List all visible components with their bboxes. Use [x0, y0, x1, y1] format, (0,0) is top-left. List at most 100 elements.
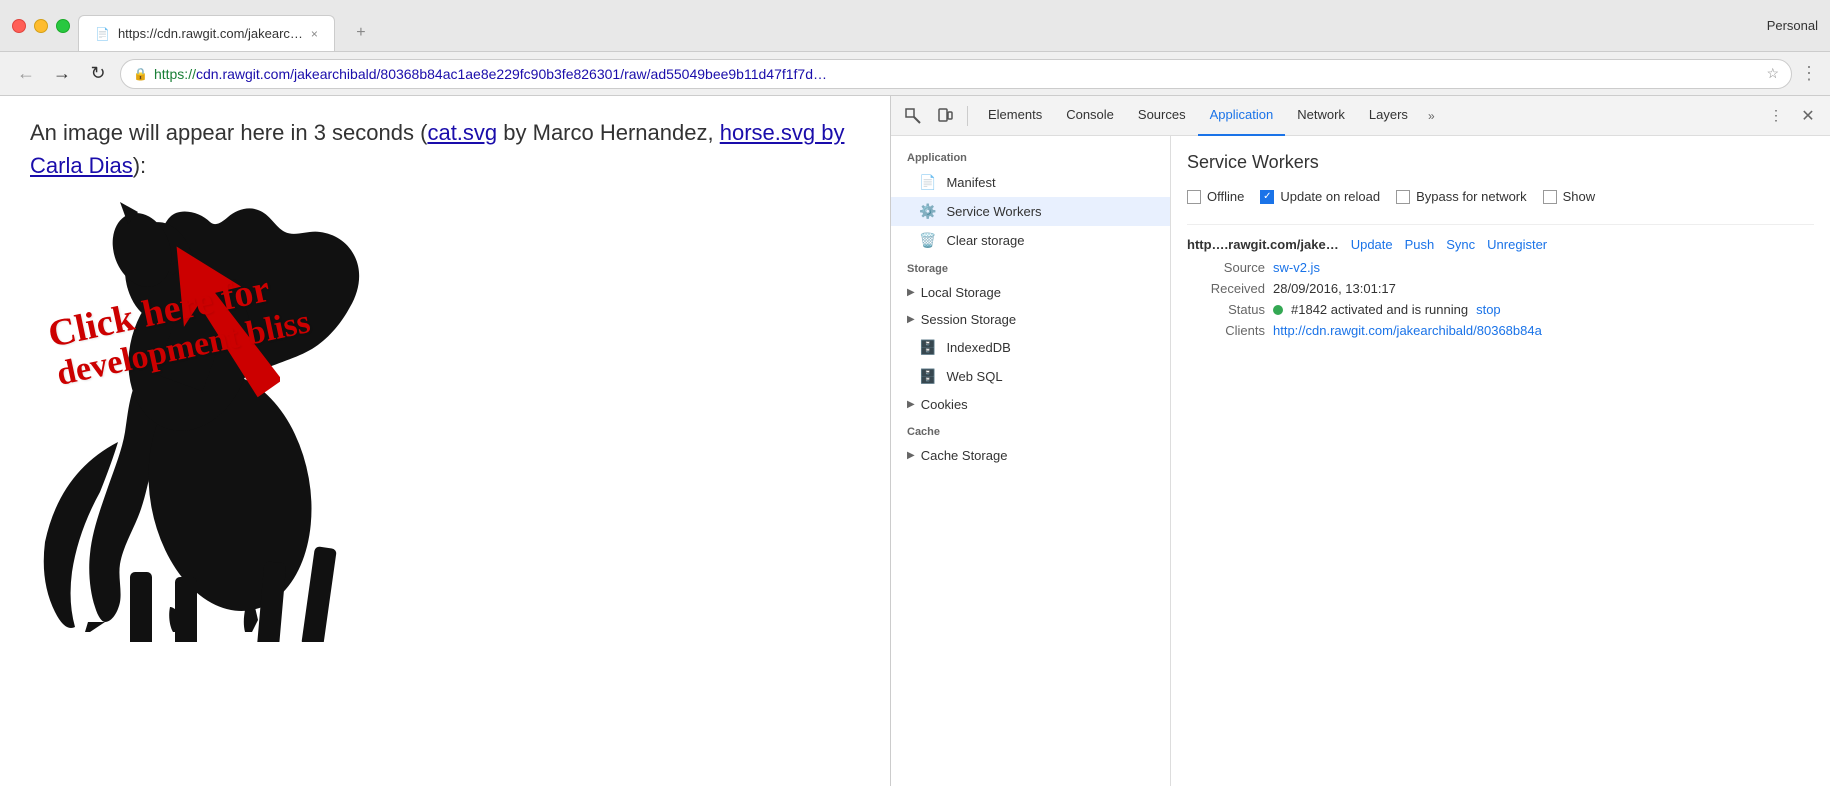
lock-icon: 🔒 — [133, 67, 148, 81]
sw-source-link[interactable]: sw-v2.js — [1273, 260, 1320, 275]
sw-clients-label: Clients — [1195, 323, 1265, 338]
sw-clients-row: Clients http://cdn.rawgit.com/jakearchib… — [1187, 323, 1814, 338]
offline-option[interactable]: Offline — [1187, 189, 1244, 204]
sw-url: http….rawgit.com/jake… — [1187, 237, 1339, 252]
tab-sources[interactable]: Sources — [1126, 96, 1198, 136]
bypass-network-option[interactable]: Bypass for network — [1396, 189, 1527, 204]
bypass-network-checkbox[interactable] — [1396, 190, 1410, 204]
update-on-reload-label: Update on reload — [1280, 189, 1380, 204]
tab-application[interactable]: Application — [1198, 96, 1286, 136]
sw-sync-link[interactable]: Sync — [1446, 237, 1475, 252]
page-content: An image will appear here in 3 seconds (… — [0, 96, 890, 786]
back-button[interactable]: ← — [12, 60, 40, 88]
cache-storage-label: Cache Storage — [921, 448, 1008, 463]
tab-network[interactable]: Network — [1285, 96, 1357, 136]
sw-status-label: Status — [1195, 302, 1265, 317]
sidebar-local-storage[interactable]: ▶ Local Storage — [891, 279, 1170, 306]
sidebar-cache-storage[interactable]: ▶ Cache Storage — [891, 442, 1170, 469]
tab-elements[interactable]: Elements — [976, 96, 1054, 136]
tab-icon: 📄 — [95, 27, 110, 41]
sw-update-link[interactable]: Update — [1351, 237, 1393, 252]
traffic-lights — [12, 19, 70, 33]
devtools-close-button[interactable]: ✕ — [1794, 102, 1822, 130]
devtools-settings-button[interactable]: ⋮ — [1762, 102, 1790, 130]
tab-close-button[interactable]: × — [311, 27, 318, 41]
update-on-reload-checkbox[interactable]: ✓ — [1260, 190, 1274, 204]
sidebar-item-service-workers-label: Service Workers — [946, 204, 1041, 219]
tab-url: https://cdn.rawgit.com/jakearc… — [118, 26, 303, 41]
sidebar-item-clear-storage[interactable]: 🗑️ Clear storage — [891, 226, 1170, 255]
sw-unregister-link[interactable]: Unregister — [1487, 237, 1547, 252]
horse-svg — [30, 192, 430, 642]
minimize-button[interactable] — [34, 19, 48, 33]
sidebar-cookies[interactable]: ▶ Cookies — [891, 391, 1170, 418]
profile-label: Personal — [1767, 18, 1818, 33]
sw-status-dot — [1273, 305, 1283, 315]
tab-bar: 📄 https://cdn.rawgit.com/jakearc… × + — [78, 0, 1759, 51]
bookmark-icon[interactable]: ☆ — [1766, 65, 1779, 82]
websql-icon: 🗄️ — [919, 368, 936, 385]
expand-session-storage-icon: ▶ — [907, 314, 915, 325]
toolbar-separator — [967, 106, 968, 126]
indexeddb-icon: 🗄️ — [919, 339, 936, 356]
sidebar-item-manifest[interactable]: 📄 Manifest — [891, 168, 1170, 197]
sidebar-item-service-workers[interactable]: ⚙️ Service Workers — [891, 197, 1170, 226]
page-text: An image will appear here in 3 seconds (… — [30, 116, 860, 182]
maximize-button[interactable] — [56, 19, 70, 33]
url-bar[interactable]: 🔒 https://cdn.rawgit.com/jakearchibald/8… — [120, 59, 1792, 89]
url-https: https:// — [154, 66, 196, 82]
show-option[interactable]: Show — [1543, 189, 1596, 204]
cookies-label: Cookies — [921, 397, 968, 412]
show-label: Show — [1563, 189, 1596, 204]
new-tab-button[interactable]: + — [335, 15, 387, 51]
main-content: An image will appear here in 3 seconds (… — [0, 96, 1830, 786]
sw-source-label: Source — [1195, 260, 1265, 275]
inspect-element-button[interactable] — [899, 102, 927, 130]
clear-storage-icon: 🗑️ — [919, 232, 936, 249]
devtools-right-icons: ⋮ ✕ — [1762, 102, 1822, 130]
forward-button[interactable]: → — [48, 60, 76, 88]
sw-options: Offline ✓ Update on reload Bypass for ne… — [1187, 189, 1814, 204]
cat-svg-link[interactable]: cat.svg — [427, 120, 497, 145]
sidebar-item-websql[interactable]: 🗄️ Web SQL — [891, 362, 1170, 391]
horse-image — [30, 192, 860, 647]
sw-received-value: 28/09/2016, 13:01:17 — [1273, 281, 1396, 296]
offline-checkbox[interactable] — [1187, 190, 1201, 204]
storage-section-label: Storage — [891, 255, 1170, 279]
tab-layers[interactable]: Layers — [1357, 96, 1420, 136]
sw-source-row: Source sw-v2.js — [1187, 260, 1814, 275]
more-tabs-button[interactable]: » — [1420, 109, 1443, 123]
chrome-window: 📄 https://cdn.rawgit.com/jakearc… × + Pe… — [0, 0, 1830, 786]
page-text-comma: , — [707, 120, 713, 145]
devtools-toolbar: Elements Console Sources Application Net… — [891, 96, 1830, 136]
sidebar-item-indexeddb[interactable]: 🗄️ IndexedDB — [891, 333, 1170, 362]
sidebar-item-manifest-label: Manifest — [946, 175, 995, 190]
show-checkbox[interactable] — [1543, 190, 1557, 204]
tab-console[interactable]: Console — [1054, 96, 1126, 136]
sw-entry: http….rawgit.com/jake… Update Push Sync … — [1187, 224, 1814, 338]
sw-stop-link[interactable]: stop — [1476, 302, 1501, 317]
close-button[interactable] — [12, 19, 26, 33]
reload-button[interactable]: ↻ — [84, 60, 112, 88]
session-storage-label: Session Storage — [921, 312, 1016, 327]
offline-label: Offline — [1207, 189, 1244, 204]
device-toolbar-button[interactable] — [931, 102, 959, 130]
sw-client-url: http://cdn.rawgit.com/jakearchibald/8036… — [1273, 323, 1542, 338]
sw-status-row: Status #1842 activated and is running st… — [1187, 302, 1814, 317]
application-section-label: Application — [891, 144, 1170, 168]
page-text-end: ): — [133, 153, 146, 178]
url-text: https://cdn.rawgit.com/jakearchibald/803… — [154, 66, 1760, 82]
update-on-reload-option[interactable]: ✓ Update on reload — [1260, 189, 1380, 204]
manifest-icon: 📄 — [919, 174, 936, 191]
devtools-tabs: Elements Console Sources Application Net… — [976, 96, 1758, 136]
url-domain: cdn.rawgit.com/jakearchibald/80368b84ac1… — [196, 66, 827, 82]
sidebar-item-clear-storage-label: Clear storage — [946, 233, 1024, 248]
sidebar-session-storage[interactable]: ▶ Session Storage — [891, 306, 1170, 333]
browser-menu-icon[interactable]: ⋮ — [1800, 63, 1818, 84]
local-storage-label: Local Storage — [921, 285, 1001, 300]
browser-tab[interactable]: 📄 https://cdn.rawgit.com/jakearc… × — [78, 15, 335, 51]
title-bar: 📄 https://cdn.rawgit.com/jakearc… × + Pe… — [0, 0, 1830, 52]
sw-push-link[interactable]: Push — [1405, 237, 1435, 252]
address-bar: ← → ↻ 🔒 https://cdn.rawgit.com/jakearchi… — [0, 52, 1830, 96]
page-text-before: An image will appear here in 3 seconds ( — [30, 120, 427, 145]
